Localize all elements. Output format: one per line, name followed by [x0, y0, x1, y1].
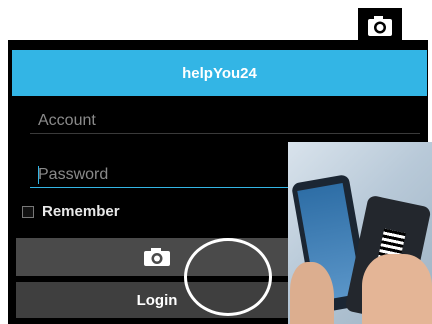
highlight-circle [184, 238, 272, 316]
text-cursor [38, 166, 39, 184]
phone-scan-photo [288, 142, 432, 324]
login-label: Login [136, 291, 178, 309]
remember-label: Remember [42, 203, 120, 220]
password-placeholder: Password [38, 166, 109, 183]
app-title: helpYou24 [182, 64, 257, 82]
account-input[interactable]: Account [30, 108, 420, 134]
password-input[interactable]: Password [30, 162, 300, 188]
account-placeholder: Account [38, 112, 96, 129]
hand-right [362, 254, 432, 324]
corner-camera-icon [358, 8, 402, 44]
hand-left [290, 262, 334, 324]
title-bar: helpYou24 [12, 50, 427, 96]
camera-icon [144, 248, 170, 266]
remember-checkbox[interactable] [22, 205, 34, 218]
remember-checkbox-row[interactable]: Remember [22, 203, 120, 220]
